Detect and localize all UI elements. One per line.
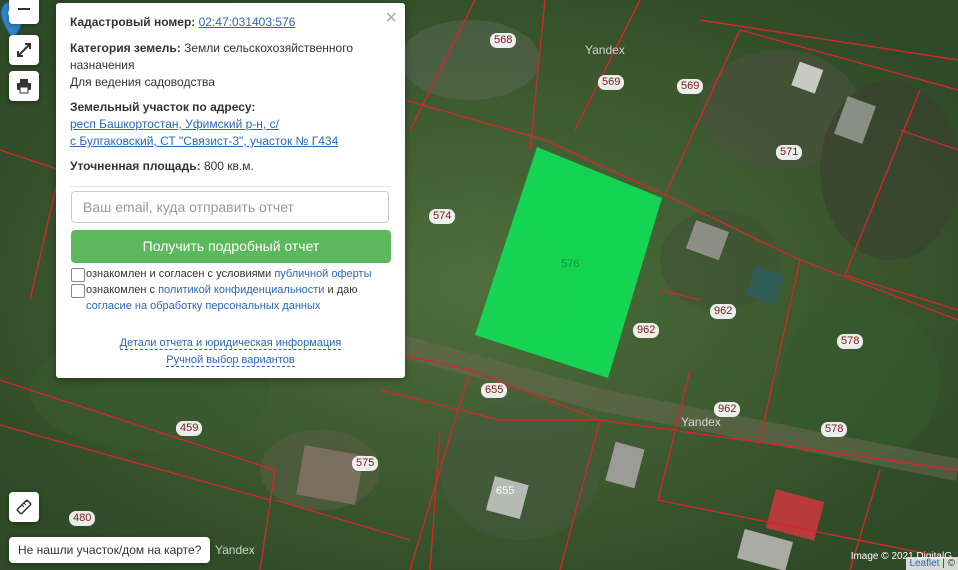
personal-data-consent-link[interactable]: согласие на обработку персональных данны…: [86, 300, 320, 312]
plot-number-label: 655: [481, 383, 508, 398]
expand-icon: [17, 43, 31, 57]
fullscreen-button[interactable]: [9, 35, 39, 65]
privacy-policy-link[interactable]: политикой конфиденциальности: [158, 284, 324, 296]
plot-number-label: 574: [429, 209, 456, 224]
consent-text: ознакомлен с: [86, 284, 159, 296]
land-category-label: Категория земель:: [70, 41, 181, 55]
get-report-button[interactable]: Получить подробный отчет: [71, 230, 391, 263]
land-category-value: назначения: [70, 58, 135, 72]
area-row: Уточненная площадь: 800 кв.м.: [70, 158, 391, 175]
plot-number-label: 575: [352, 456, 379, 471]
address-row: Земельный участок по адресу: респ Башкор…: [70, 99, 391, 150]
plot-number-label: 569: [598, 75, 625, 90]
manual-selection-link[interactable]: Ручной выбор вариантов: [166, 354, 295, 367]
yandex-watermark: Yandex: [681, 415, 721, 429]
yandex-watermark: Yandex: [585, 43, 625, 57]
manual-link-row: Ручной выбор вариантов: [56, 354, 405, 367]
map-attribution: Leaflet | ©: [906, 557, 958, 570]
ruler-button[interactable]: [9, 492, 39, 522]
yandex-watermark: Yandex: [215, 543, 255, 557]
print-button[interactable]: [9, 71, 39, 101]
address-link[interactable]: респ Башкортостан, Уфимский р-н, с/: [70, 117, 279, 131]
plot-number-label: 962: [633, 323, 660, 338]
not-found-button[interactable]: Не нашли участок/дом на карте?: [9, 537, 211, 563]
address-label: Земельный участок по адресу:: [70, 100, 256, 114]
zoom-out-button[interactable]: [9, 0, 39, 24]
plot-number-label: 576: [561, 258, 580, 270]
email-input[interactable]: Ваш email, куда отправить отчет: [71, 191, 389, 223]
report-details-link[interactable]: Детали отчета и юридическая информация: [119, 337, 342, 350]
privacy-consent-checkbox[interactable]: [71, 284, 85, 298]
minus-icon: [18, 8, 30, 10]
plot-number-label: 569: [677, 79, 704, 94]
plot-number-label: 568: [490, 33, 517, 48]
offer-consent-checkbox[interactable]: [71, 268, 85, 282]
address-link[interactable]: с Булгаковский, СТ "Связист-3", участок …: [70, 134, 338, 148]
land-category-row: Категория земель: Земли сельскохозяйстве…: [70, 40, 391, 91]
public-offer-link[interactable]: публичной оферты: [274, 268, 371, 280]
ruler-icon: [16, 499, 32, 515]
attribution-separator: | ©: [939, 558, 955, 569]
divider: [70, 186, 391, 187]
cadastral-number-row: Кадастровый номер: 02:47:031403:576: [70, 14, 391, 31]
cadastral-number-link[interactable]: 02:47:031403:576: [199, 15, 296, 29]
plot-number-label: 962: [710, 304, 737, 319]
leaflet-link[interactable]: Leaflet: [909, 558, 939, 569]
plot-number-label: 578: [837, 334, 864, 349]
plot-number-label: 578: [821, 422, 848, 437]
plot-number-label: 655: [496, 485, 515, 497]
details-link-row: Детали отчета и юридическая информация: [56, 337, 405, 350]
land-category-value: Земли сельскохозяйственного: [184, 41, 354, 55]
printer-icon: [17, 79, 31, 94]
consent-text: ознакомлен и согласен с условиями: [86, 268, 275, 280]
area-label: Уточненная площадь:: [70, 159, 201, 173]
plot-number-label: 480: [69, 511, 96, 526]
parcel-info-popup: × Кадастровый номер: 02:47:031403:576 Ка…: [56, 3, 405, 378]
plot-number-label: 571: [776, 145, 803, 160]
area-value: 800 кв.м.: [203, 159, 254, 173]
plot-number-label: 459: [176, 421, 203, 436]
cadastral-number-label: Кадастровый номер:: [70, 15, 196, 29]
land-use-value: Для ведения садоводства: [70, 75, 215, 89]
consent-text: и даю: [324, 284, 358, 296]
privacy-consent-text: ознакомлен с политикой конфиденциальност…: [86, 282, 391, 314]
offer-consent-text: ознакомлен и согласен с условиями публич…: [86, 266, 391, 282]
